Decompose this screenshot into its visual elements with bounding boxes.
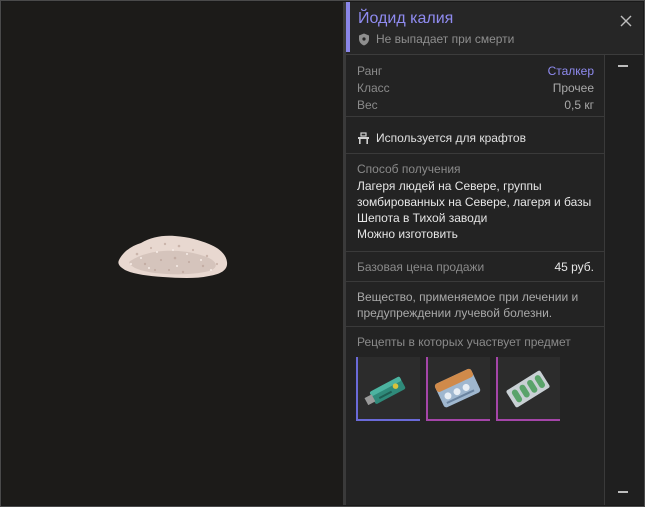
stat-rank-value: Сталкер (547, 64, 594, 78)
craft-note-text: Используется для крафтов (376, 131, 526, 145)
source-text: Лагеря людей на Севере, группы зомбирова… (357, 178, 602, 242)
usb-device-icon (364, 376, 406, 406)
rank-accent-bar (346, 2, 350, 52)
recipe-rank-side (496, 357, 498, 421)
source-line: Лагеря людей на Севере, группы (357, 179, 542, 193)
item-description: Вещество, применяемое при лечении и пред… (357, 290, 579, 320)
recipe-slot[interactable] (426, 357, 490, 421)
close-icon[interactable] (619, 14, 633, 28)
scrollbar[interactable] (604, 55, 644, 505)
stat-rank-label: Ранг (357, 64, 383, 78)
item-info-panel: Йодид калия Не выпадает при смерти Ранг … (346, 2, 644, 505)
source-label: Способ получения (357, 162, 461, 176)
stat-rank: Ранг Сталкер (357, 64, 594, 78)
stat-weight-value: 0,5 кг (564, 98, 594, 112)
drop-status-text: Не выпадает при смерти (376, 32, 515, 46)
recipe-rank-side (426, 357, 428, 421)
item-header: Йодид калия Не выпадает при смерти (346, 2, 643, 55)
blister-pack-icon (434, 368, 481, 408)
source-line: Можно изготовить (357, 227, 458, 241)
craft-note: Используется для крафтов (357, 131, 526, 145)
shield-icon (359, 33, 369, 45)
scroll-down-cap[interactable] (618, 491, 628, 493)
source-line: Шепота в Тихой заводи (357, 211, 488, 225)
price-value: 45 руб. (554, 260, 594, 274)
recipes-list (356, 357, 560, 421)
stats-section: Ранг Сталкер Класс Прочее Вес 0,5 кг (346, 55, 604, 117)
price-label: Базовая цена продажи (357, 260, 485, 274)
stat-class-value: Прочее (552, 81, 594, 95)
recipe-rank-bar (496, 419, 560, 421)
recipe-slot[interactable] (356, 357, 420, 421)
workbench-icon (358, 132, 369, 144)
stat-class: Класс Прочее (357, 81, 594, 95)
stat-weight: Вес 0,5 кг (357, 98, 594, 112)
recipe-rank-side (356, 357, 358, 421)
item-details: Ранг Сталкер Класс Прочее Вес 0,5 кг Исп… (346, 55, 604, 505)
stat-weight-label: Вес (357, 98, 378, 112)
item-preview (2, 2, 343, 505)
potassium-iodide-powder-image (118, 235, 228, 278)
stat-class-label: Класс (357, 81, 390, 95)
recipes-label: Рецепты в которых участвует предмет (357, 335, 571, 349)
recipe-rank-bar (356, 419, 420, 421)
source-line: зомбированных на Севере, лагеря и базы (357, 195, 592, 209)
recipe-rank-bar (426, 419, 490, 421)
scroll-up-cap[interactable] (618, 65, 628, 67)
pill-strip-icon (506, 370, 550, 408)
drop-status: Не выпадает при смерти (358, 32, 514, 46)
recipe-slot[interactable] (496, 357, 560, 421)
item-title: Йодид калия (358, 10, 454, 27)
